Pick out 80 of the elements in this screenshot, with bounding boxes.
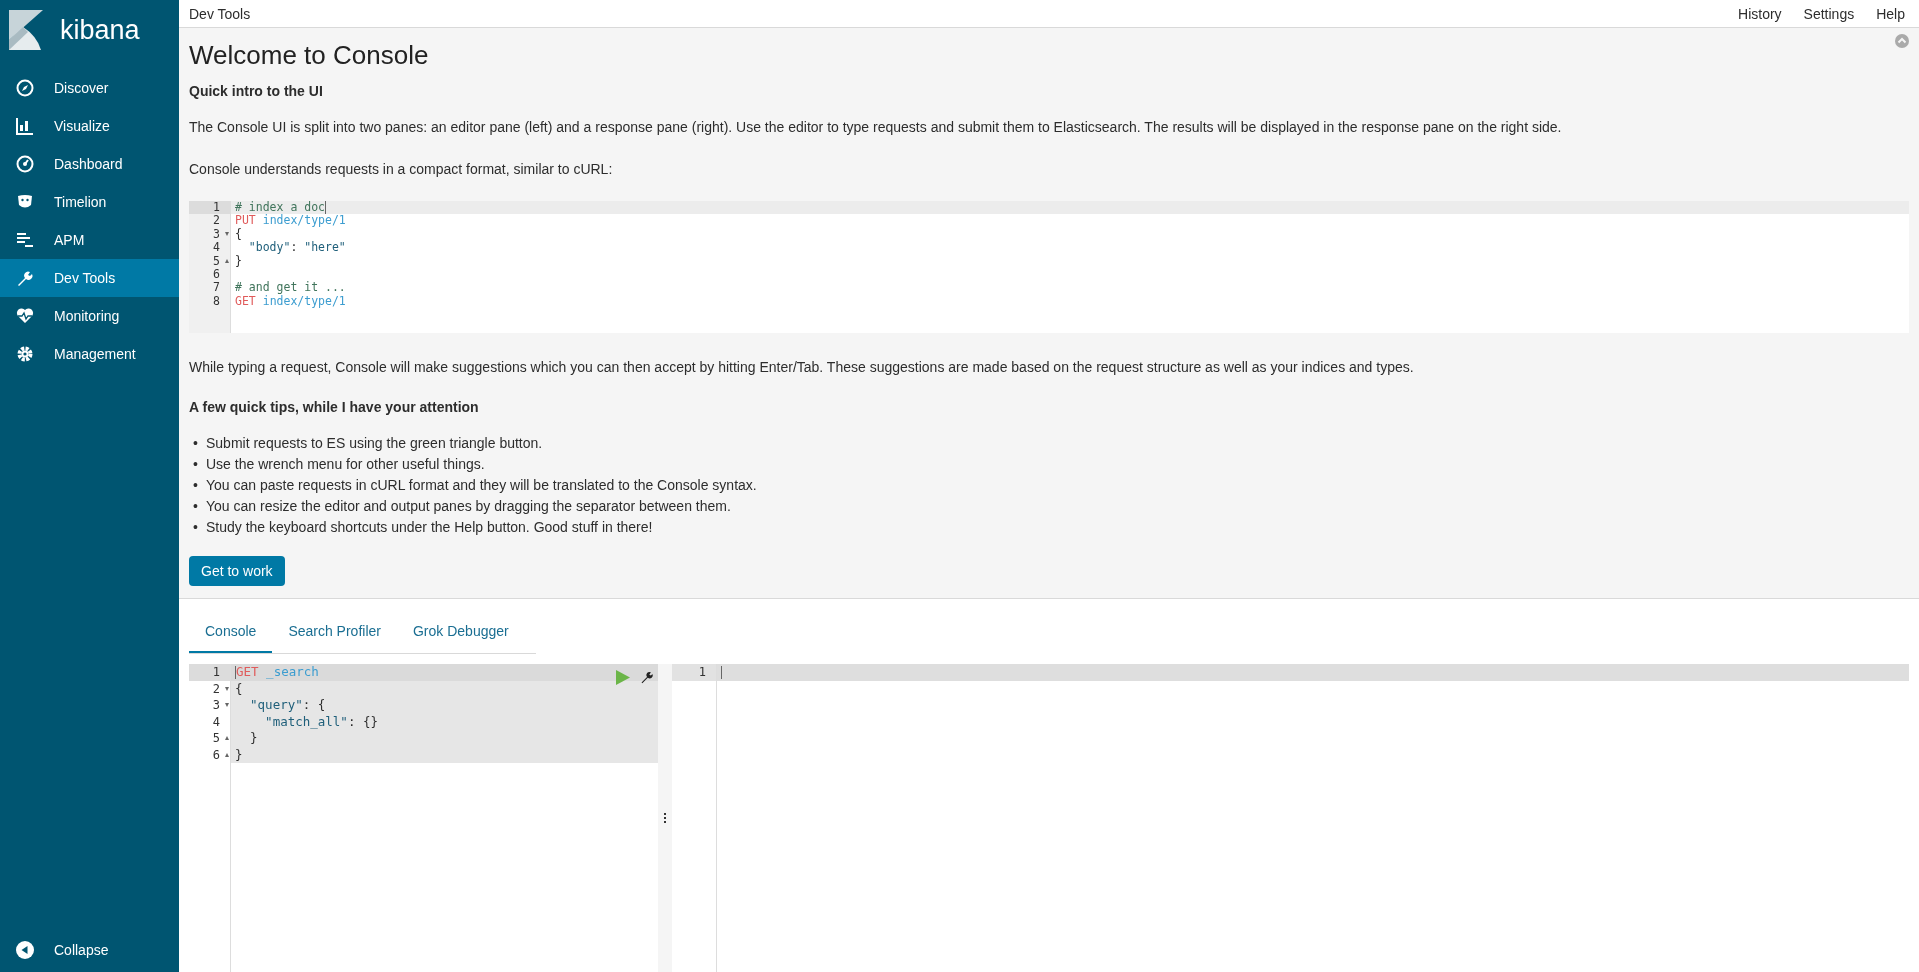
intro-subtitle: Quick intro to the UI	[189, 83, 324, 99]
nav-item[interactable]: Discover	[0, 69, 179, 107]
tip-text: Submit requests to ES using the green triangle button.	[206, 434, 543, 453]
line-number: 6	[213, 267, 220, 282]
line-number: 3	[213, 227, 220, 242]
compass-icon	[16, 79, 34, 97]
code-line: }	[235, 254, 242, 268]
fold-arrow-icon[interactable]: ▾	[225, 684, 229, 693]
line-number: 6	[212, 746, 220, 763]
code-line: }	[235, 746, 243, 763]
bar-chart-icon	[16, 117, 34, 135]
tip-text: Use the wrench menu for other useful things.	[206, 455, 485, 474]
tips-title: A few quick tips, while I have your attention	[189, 399, 480, 415]
intro-paragraph: The Console UI is split into two panes: an editor pane (left) and a response pane (right). Use the editor to type requests and submit them to Elasticsearch. The results will be displayed in the response pane on the right side.	[189, 118, 1563, 137]
get-to-work-button[interactable]: Get to work	[189, 556, 285, 586]
tip-text: You can paste requests in cURL format and they will be translated to the Console syntax.	[206, 476, 757, 495]
line-number: 3	[212, 697, 220, 714]
gear-icon	[16, 345, 34, 363]
line-number: 7	[213, 281, 220, 295]
code-line: }	[249, 730, 258, 747]
code-line: # index a doc	[235, 201, 325, 214]
bullet: •	[193, 518, 199, 537]
nav-item[interactable]: Monitoring	[0, 297, 179, 335]
welcome-title: Welcome to Console	[189, 40, 429, 71]
line-number: 5	[212, 730, 220, 747]
top-link[interactable]: Help	[1876, 5, 1905, 22]
line-number: 5	[213, 254, 220, 268]
gauge-icon	[16, 155, 34, 173]
nav-item[interactable]: Timelion	[0, 183, 179, 221]
line-number: 1	[213, 201, 220, 215]
bullet: •	[193, 434, 199, 453]
nav-item[interactable]: Dev Tools	[0, 259, 179, 297]
heartbeat-icon	[16, 307, 34, 325]
fold-arrow-icon[interactable]: ▾	[225, 230, 229, 239]
collapse-button[interactable]: Collapse	[0, 928, 179, 972]
top-link[interactable]: History	[1738, 5, 1782, 22]
bullet: •	[193, 455, 199, 474]
wrench-icon	[16, 269, 34, 287]
format-note: Console understands requests in a compact format, similar to cURL:	[189, 160, 614, 179]
bullet: •	[193, 476, 199, 495]
nav-item[interactable]: Dashboard	[0, 145, 179, 183]
line-number: 1	[698, 664, 706, 681]
tab[interactable]: Search Profiler	[272, 611, 397, 653]
tip-text: You can resize the editor and output panes by dragging the separator between them.	[206, 497, 731, 516]
tab[interactable]: Grok Debugger	[396, 611, 525, 653]
fold-arrow-icon[interactable]: ▴	[225, 257, 229, 266]
nav-item[interactable]: Management	[0, 335, 179, 373]
line-number: 8	[213, 294, 220, 309]
line-number: 4	[212, 713, 220, 730]
editor-pane[interactable]: 1 2 ▾ 3 ▾ 4 5 ▴ 6 ▴ GET _search { "query": { "match_all": {} } }	[189, 664, 658, 972]
code-line: "match_all": {}	[264, 713, 378, 730]
fold-arrow-icon[interactable]: ▴	[225, 734, 229, 743]
play-icon[interactable]	[616, 670, 630, 685]
code-line: "query": {	[249, 697, 326, 714]
bullet: •	[193, 497, 199, 516]
code-line: {	[235, 227, 242, 242]
chevron-up-icon[interactable]	[1895, 34, 1909, 48]
code-line: "body": "here"	[247, 241, 346, 255]
nav-item[interactable]: APM	[0, 221, 179, 259]
wrench-icon[interactable]	[640, 670, 654, 684]
fold-arrow-icon[interactable]: ▾	[225, 701, 229, 710]
line-number: 2	[212, 680, 220, 697]
tip-text: Study the keyboard shortcuts under the Help button. Good stuff in there!	[206, 518, 653, 537]
line-number: 1	[212, 664, 220, 681]
top-link[interactable]: Settings	[1803, 5, 1855, 22]
nav-item[interactable]: Visualize	[0, 107, 179, 145]
code-line: {	[235, 680, 243, 697]
suggestions-paragraph: While typing a request, Console will make suggestions which you can then accept by hitting Enter/Tab. These suggestions are made based on the request structure as well as your indices and types.	[189, 358, 1415, 377]
code-line: # and get it ...	[235, 281, 346, 295]
brand-name: kibana	[60, 14, 140, 46]
line-number: 4	[213, 241, 220, 255]
code-line: PUT index/type/1	[235, 214, 346, 228]
logo-icon	[9, 10, 43, 50]
line-number: 2	[213, 214, 220, 228]
code-line: GET index/type/1	[235, 294, 346, 309]
page-title: Dev Tools	[189, 5, 251, 22]
tab[interactable]: Console	[189, 611, 273, 653]
fold-arrow-icon[interactable]: ▴	[225, 750, 229, 759]
code-line: GET _search	[236, 664, 319, 681]
lines-icon	[16, 231, 34, 249]
